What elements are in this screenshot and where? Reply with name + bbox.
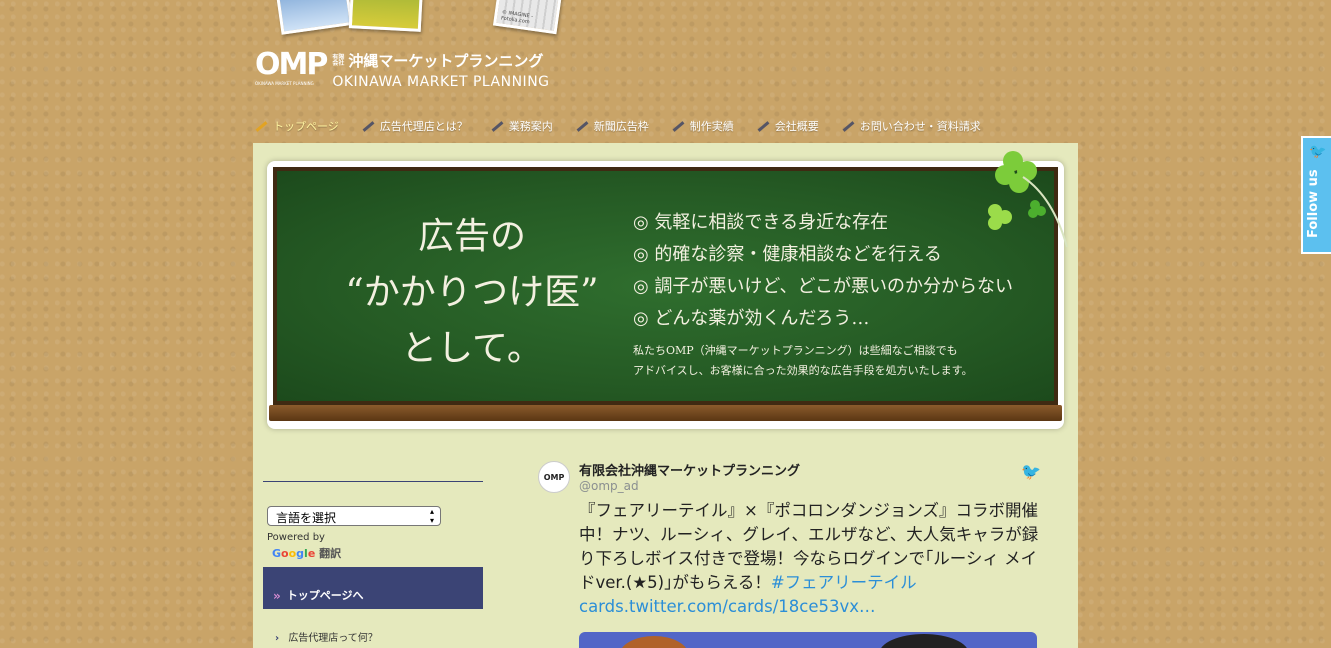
- photo-caption: © IMAGINE - Fotolia.com: [500, 9, 534, 26]
- nav-item-top[interactable]: トップページ: [254, 118, 339, 134]
- headline-line: “かかりつけ医”: [345, 272, 599, 313]
- main-content: 広告の “かかりつけ医” として。 ◎ 気軽に相談できる身近な存在 ◎ 的確な診…: [253, 143, 1078, 648]
- nav-item-company[interactable]: 会社概要: [756, 118, 819, 134]
- header-photos: © IMAGINE - Fotolia.com: [270, 0, 570, 40]
- top-page-button[interactable]: » トップページへ: [263, 567, 483, 609]
- pencil-icon: [254, 119, 268, 133]
- language-select[interactable]: 言語を選択: [267, 506, 441, 526]
- nav-item-newspaper-ads[interactable]: 新聞広告枠: [575, 118, 649, 134]
- double-chevron-icon: »: [273, 589, 281, 603]
- banner-description: 私たちOMP（沖縄マーケットプランニング）は些細なご相談でも アドバイスし、お客…: [633, 341, 973, 381]
- site-logo[interactable]: OMP OKINAWA MARKET PLANNING 有限会社 沖縄マーケット…: [255, 47, 550, 91]
- logo-english-name: OKINAWA MARKET PLANNING: [332, 74, 550, 90]
- twitter-bird-icon: 🐦: [1309, 144, 1327, 160]
- bullet-item: ◎ 調子が悪いけど、どこが悪いのか分からない: [633, 276, 1013, 297]
- nav-label: 広告代理店とは？: [379, 120, 468, 133]
- nav-label: 新聞広告枠: [593, 120, 649, 133]
- logo-company-name: 沖縄マーケットプランニング: [348, 52, 544, 70]
- tweet-link[interactable]: cards.twitter.com/cards/18ce53vx…: [579, 597, 876, 616]
- logo-company-type: 有限会社: [332, 53, 345, 67]
- description-line: 私たちOMP（沖縄マーケットプランニング）は些細なご相談でも: [633, 344, 958, 357]
- bullet-item: ◎ どんな薬が効くんだろう…: [633, 308, 870, 329]
- powered-by-label: Powered by: [267, 532, 325, 543]
- pencil-icon: [841, 119, 855, 133]
- pencil-icon: [361, 119, 375, 133]
- headline-line: 広告の: [417, 216, 526, 257]
- chart-photo: © IMAGINE - Fotolia.com: [492, 0, 564, 35]
- main-nav: トップページ 広告代理店とは？ 業務案内 新聞広告枠 制作実績 会社概要 お問い…: [254, 118, 1003, 134]
- follow-us-tab[interactable]: 🐦 Follow us: [1301, 136, 1331, 254]
- divider: [263, 481, 483, 482]
- banner-bullets: ◎ 気軽に相談できる身近な存在 ◎ 的確な診察・健康相談などを行える ◎ 調子が…: [633, 207, 1013, 335]
- pencil-icon: [575, 119, 589, 133]
- clover-icon: [988, 151, 1068, 247]
- pencil-icon: [756, 119, 770, 133]
- tweet-author-name[interactable]: 有限会社沖縄マーケットプランニング: [579, 460, 800, 479]
- chevron-right-icon: ›: [275, 633, 280, 644]
- headline-line: として。: [401, 328, 543, 369]
- google-translate-logo[interactable]: Google 翻訳: [272, 545, 483, 561]
- tweet-media-card[interactable]: [579, 632, 1037, 648]
- twitter-bird-icon[interactable]: 🐦: [1021, 462, 1041, 481]
- sidebar-link-label: 広告代理店って何？: [288, 633, 378, 644]
- follow-us-label: Follow us: [1306, 169, 1321, 238]
- field-photo: [348, 0, 424, 32]
- nav-item-contact[interactable]: お問い合わせ・資料請求: [841, 118, 981, 134]
- logo-mark: OMP: [255, 47, 328, 82]
- top-page-label: トップページへ: [286, 589, 364, 602]
- tweet-hashtag[interactable]: #フェアリーテイル: [771, 573, 917, 592]
- language-select-value: 言語を選択: [276, 511, 337, 525]
- chalkboard-banner: 広告の “かかりつけ医” として。 ◎ 気軽に相談できる身近な存在 ◎ 的確な診…: [267, 151, 1068, 429]
- nav-item-about-agency[interactable]: 広告代理店とは？: [361, 118, 468, 134]
- tweet-author-handle[interactable]: @omp_ad: [579, 479, 639, 493]
- nav-label: 業務案内: [508, 120, 553, 133]
- description-line: アドバイスし、お客様に合った効果的な広告手段を処方いたします。: [633, 364, 973, 377]
- nav-item-works[interactable]: 制作実績: [671, 118, 734, 134]
- chalkboard-ledge: [269, 405, 1062, 421]
- bullet-item: ◎ 気軽に相談できる身近な存在: [633, 212, 889, 233]
- nav-label: お問い合わせ・資料請求: [859, 120, 981, 133]
- sidebar: 言語を選択 Powered by Google 翻訳 » トップページへ › 広…: [263, 473, 483, 644]
- translate-label: 翻訳: [319, 547, 342, 560]
- pencil-icon: [490, 119, 504, 133]
- sidebar-link-what-is-agency[interactable]: › 広告代理店って何？: [275, 629, 483, 644]
- banner-headline: 広告の “かかりつけ医” として。: [307, 209, 637, 377]
- tweet-text: 『フェアリーテイル』×『ポコロンダンジョンズ』コラボ開催中！ナツ、ルーシィ、グレ…: [579, 499, 1039, 619]
- nav-item-services[interactable]: 業務案内: [490, 118, 553, 134]
- chalkboard: 広告の “かかりつけ医” として。 ◎ 気軽に相談できる身近な存在 ◎ 的確な診…: [273, 167, 1058, 405]
- nav-label: トップページ: [273, 120, 339, 133]
- sky-photo: [275, 0, 353, 35]
- pencil-icon: [671, 119, 685, 133]
- avatar[interactable]: OMP: [538, 461, 570, 493]
- nav-label: 会社概要: [774, 120, 819, 133]
- nav-label: 制作実績: [689, 120, 734, 133]
- bullet-item: ◎ 的確な診察・健康相談などを行える: [633, 244, 942, 265]
